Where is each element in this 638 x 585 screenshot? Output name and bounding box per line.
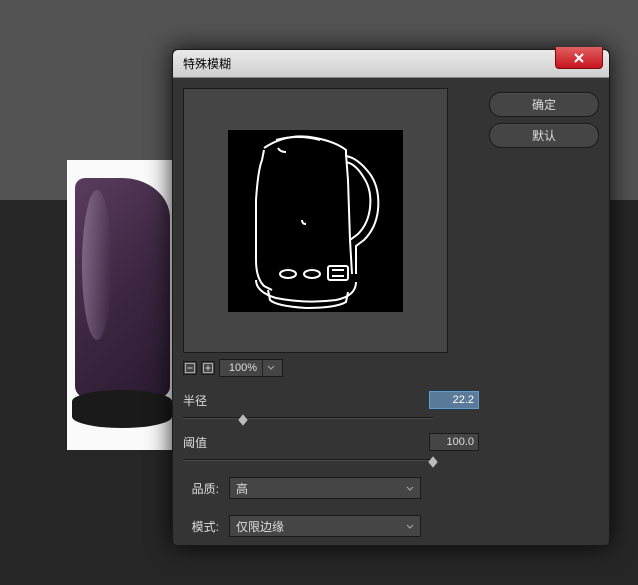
radius-row: 半径 22.2 (183, 391, 479, 419)
kettle-highlight (82, 190, 112, 340)
dialog-left-column: 100% 半径 22.2 阈值 (183, 88, 479, 537)
dialog-title: 特殊模糊 (183, 55, 231, 72)
dialog-titlebar[interactable]: 特殊模糊 (173, 50, 609, 78)
quality-dropdown[interactable]: 高 (229, 477, 421, 499)
minus-icon (185, 363, 195, 373)
threshold-slider[interactable] (183, 459, 433, 461)
zoom-out-button[interactable] (183, 361, 197, 375)
radius-label: 半径 (183, 392, 207, 409)
kettle-base (72, 390, 172, 428)
ok-button[interactable]: 确定 (489, 92, 599, 117)
radius-slider[interactable] (183, 417, 433, 419)
zoom-controls: 100% (183, 359, 479, 377)
mode-value: 仅限边缘 (236, 518, 406, 535)
dialog-body: 100% 半径 22.2 阈值 (173, 78, 609, 547)
radius-slider-thumb[interactable] (238, 414, 248, 426)
mode-row: 模式: 仅限边缘 (183, 515, 479, 537)
zoom-in-button[interactable] (201, 361, 215, 375)
threshold-label: 阈值 (183, 434, 207, 451)
preview-box[interactable] (183, 88, 448, 353)
preview-image (228, 130, 403, 312)
chevron-down-icon (406, 479, 414, 497)
plus-icon (203, 363, 213, 373)
mode-dropdown[interactable]: 仅限边缘 (229, 515, 421, 537)
zoom-value: 100% (224, 362, 262, 374)
mode-label: 模式: (183, 518, 219, 535)
smart-blur-dialog: 特殊模糊 (172, 49, 610, 546)
default-button[interactable]: 默认 (489, 123, 599, 148)
quality-row: 品质: 高 (183, 477, 479, 499)
radius-input[interactable]: 22.2 (429, 391, 479, 409)
chevron-down-icon (262, 360, 278, 376)
threshold-row: 阈值 100.0 (183, 433, 479, 461)
chevron-down-icon (406, 517, 414, 535)
dialog-right-column: 确定 默认 (489, 88, 599, 537)
close-button[interactable] (555, 47, 603, 69)
background-document-image (67, 160, 172, 450)
threshold-input[interactable]: 100.0 (429, 433, 479, 451)
edge-preview-svg (228, 130, 403, 312)
zoom-select[interactable]: 100% (219, 359, 283, 377)
quality-label: 品质: (183, 480, 219, 497)
close-icon (573, 52, 585, 64)
threshold-slider-thumb[interactable] (428, 456, 438, 468)
quality-value: 高 (236, 480, 406, 497)
